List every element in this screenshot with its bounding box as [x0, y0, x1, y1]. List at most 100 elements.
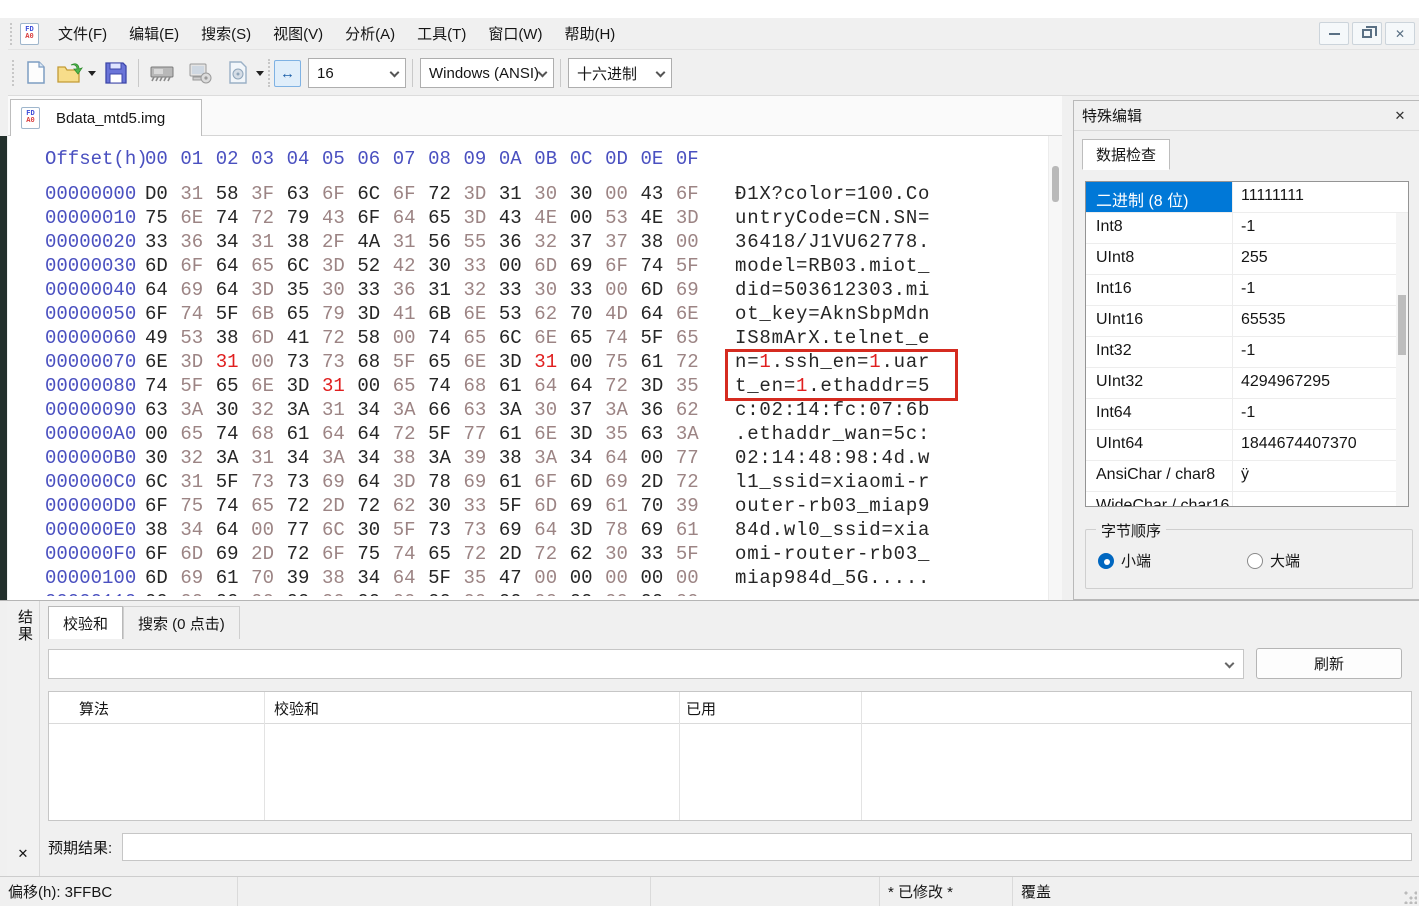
hex-byte[interactable]: 33	[464, 254, 499, 278]
hex-byte[interactable]: 69	[216, 542, 251, 566]
inspector-type-label[interactable]: UInt8	[1086, 244, 1233, 274]
hex-byte[interactable]: 73	[287, 470, 322, 494]
hex-byte[interactable]: 5F	[216, 302, 251, 326]
hex-byte[interactable]: 6C	[499, 326, 534, 350]
hex-byte[interactable]: 5F	[393, 518, 428, 542]
hex-byte[interactable]: 6B	[251, 302, 286, 326]
hex-byte[interactable]: 6F	[676, 182, 711, 206]
hex-byte[interactable]: 34	[287, 446, 322, 470]
open-dropdown-caret[interactable]	[88, 71, 96, 76]
hex-byte[interactable]: 39	[464, 446, 499, 470]
hex-byte[interactable]: 3A	[287, 398, 322, 422]
hex-byte[interactable]: 3A	[216, 446, 251, 470]
hex-vertical-scrollbar[interactable]	[1048, 136, 1062, 600]
hex-byte[interactable]: 3A	[676, 422, 711, 446]
hex-byte[interactable]: 5F	[499, 494, 534, 518]
hex-byte[interactable]: 6E	[464, 302, 499, 326]
hex-byte[interactable]: 00	[464, 590, 499, 596]
hex-byte[interactable]: 38	[287, 230, 322, 254]
inspector-value[interactable]: -1	[1233, 399, 1408, 429]
inspector-value[interactable]: ÿ	[1233, 461, 1408, 491]
hex-byte[interactable]: 6E	[534, 326, 569, 350]
hex-byte[interactable]: 36	[640, 398, 675, 422]
hex-byte[interactable]: 3D	[464, 182, 499, 206]
hex-byte[interactable]: 00	[605, 566, 640, 590]
inspector-type-label[interactable]: WideChar / char16_t	[1086, 492, 1233, 506]
hex-byte[interactable]: 69	[640, 518, 675, 542]
hex-byte[interactable]: 65	[428, 350, 463, 374]
hex-byte[interactable]: 72	[428, 182, 463, 206]
hex-byte[interactable]: 00	[499, 254, 534, 278]
hex-byte[interactable]: 74	[393, 542, 428, 566]
hex-byte[interactable]: 34	[180, 518, 215, 542]
hex-byte[interactable]: 64	[570, 374, 605, 398]
hex-byte[interactable]: 6F	[145, 542, 180, 566]
hex-byte[interactable]: 6D	[145, 566, 180, 590]
inspector-value[interactable]: 4294967295	[1233, 368, 1408, 398]
inspector-type-label[interactable]: 二进制 (8 位)	[1086, 182, 1233, 212]
hex-byte[interactable]: 72	[676, 470, 711, 494]
hex-byte[interactable]: 64	[534, 518, 569, 542]
results-tab[interactable]: 搜索 (0 点击)	[123, 606, 240, 639]
inspector-row[interactable]: UInt8 255	[1086, 244, 1408, 275]
inspector-row[interactable]: Int32 -1	[1086, 337, 1408, 368]
hex-byte[interactable]: 65	[428, 206, 463, 230]
checksum-column-header[interactable]: 已用	[686, 698, 716, 719]
hex-byte[interactable]: 72	[605, 374, 640, 398]
minimize-button[interactable]	[1319, 22, 1349, 45]
hex-byte[interactable]: 33	[640, 542, 675, 566]
resize-grip[interactable]	[1403, 890, 1417, 904]
hex-byte[interactable]: 33	[499, 278, 534, 302]
hex-byte[interactable]: 3D	[322, 254, 357, 278]
hex-byte[interactable]: 64	[393, 566, 428, 590]
hex-byte[interactable]: 77	[676, 446, 711, 470]
inspector-row[interactable]: WideChar / char16_t	[1086, 492, 1408, 506]
hex-byte[interactable]: 00	[180, 590, 215, 596]
inspector-value[interactable]: -1	[1233, 213, 1408, 243]
hex-byte[interactable]: 00	[145, 422, 180, 446]
hex-byte[interactable]: 00	[322, 590, 357, 596]
close-button[interactable]: ✕	[1385, 22, 1415, 45]
hex-byte[interactable]: 77	[287, 518, 322, 542]
hex-byte[interactable]: 3D	[464, 206, 499, 230]
hex-byte[interactable]: 31	[180, 182, 215, 206]
inspector-row[interactable]: UInt32 4294967295	[1086, 368, 1408, 399]
hex-byte[interactable]: 43	[640, 182, 675, 206]
hex-byte[interactable]: 00	[428, 590, 463, 596]
hex-byte[interactable]: 38	[640, 230, 675, 254]
hex-byte[interactable]: 69	[570, 254, 605, 278]
hex-byte[interactable]: 65	[251, 254, 286, 278]
hex-byte[interactable]: 65	[570, 326, 605, 350]
hex-byte[interactable]: 6E	[464, 350, 499, 374]
new-file-button[interactable]	[20, 57, 52, 89]
hex-byte[interactable]: 2D	[322, 494, 357, 518]
inspector-type-label[interactable]: UInt32	[1086, 368, 1233, 398]
hex-byte[interactable]: 38	[322, 566, 357, 590]
hex-byte[interactable]: 3A	[428, 446, 463, 470]
hex-byte[interactable]: 4E	[640, 206, 675, 230]
open-file-button[interactable]	[54, 57, 86, 89]
hex-byte[interactable]: 70	[640, 494, 675, 518]
menu-item[interactable]: 文件(F)	[47, 18, 118, 49]
inspector-type-label[interactable]: UInt64	[1086, 430, 1233, 460]
hex-byte[interactable]: 72	[287, 542, 322, 566]
restore-button[interactable]	[1352, 22, 1382, 45]
hex-byte[interactable]: 72	[357, 494, 392, 518]
hex-byte[interactable]: 30	[428, 254, 463, 278]
byte-order-radio[interactable]: 大端	[1247, 550, 1300, 571]
hex-byte[interactable]: 72	[676, 350, 711, 374]
hex-byte[interactable]: 00	[251, 518, 286, 542]
hex-byte[interactable]: 63	[287, 182, 322, 206]
hex-byte[interactable]: 2F	[322, 230, 357, 254]
hex-byte[interactable]: 3A	[534, 446, 569, 470]
inspector-value[interactable]	[1233, 492, 1408, 506]
hex-byte[interactable]: 42	[393, 254, 428, 278]
hex-byte[interactable]: 6D	[534, 494, 569, 518]
hex-byte[interactable]: 34	[570, 446, 605, 470]
hex-byte[interactable]: 63	[145, 398, 180, 422]
view-mode-select[interactable]: 十六进制	[568, 58, 672, 88]
hex-byte[interactable]: 69	[322, 470, 357, 494]
hex-byte[interactable]: 31	[251, 230, 286, 254]
hex-byte[interactable]: 00	[640, 590, 675, 596]
hex-byte[interactable]: 6D	[640, 278, 675, 302]
